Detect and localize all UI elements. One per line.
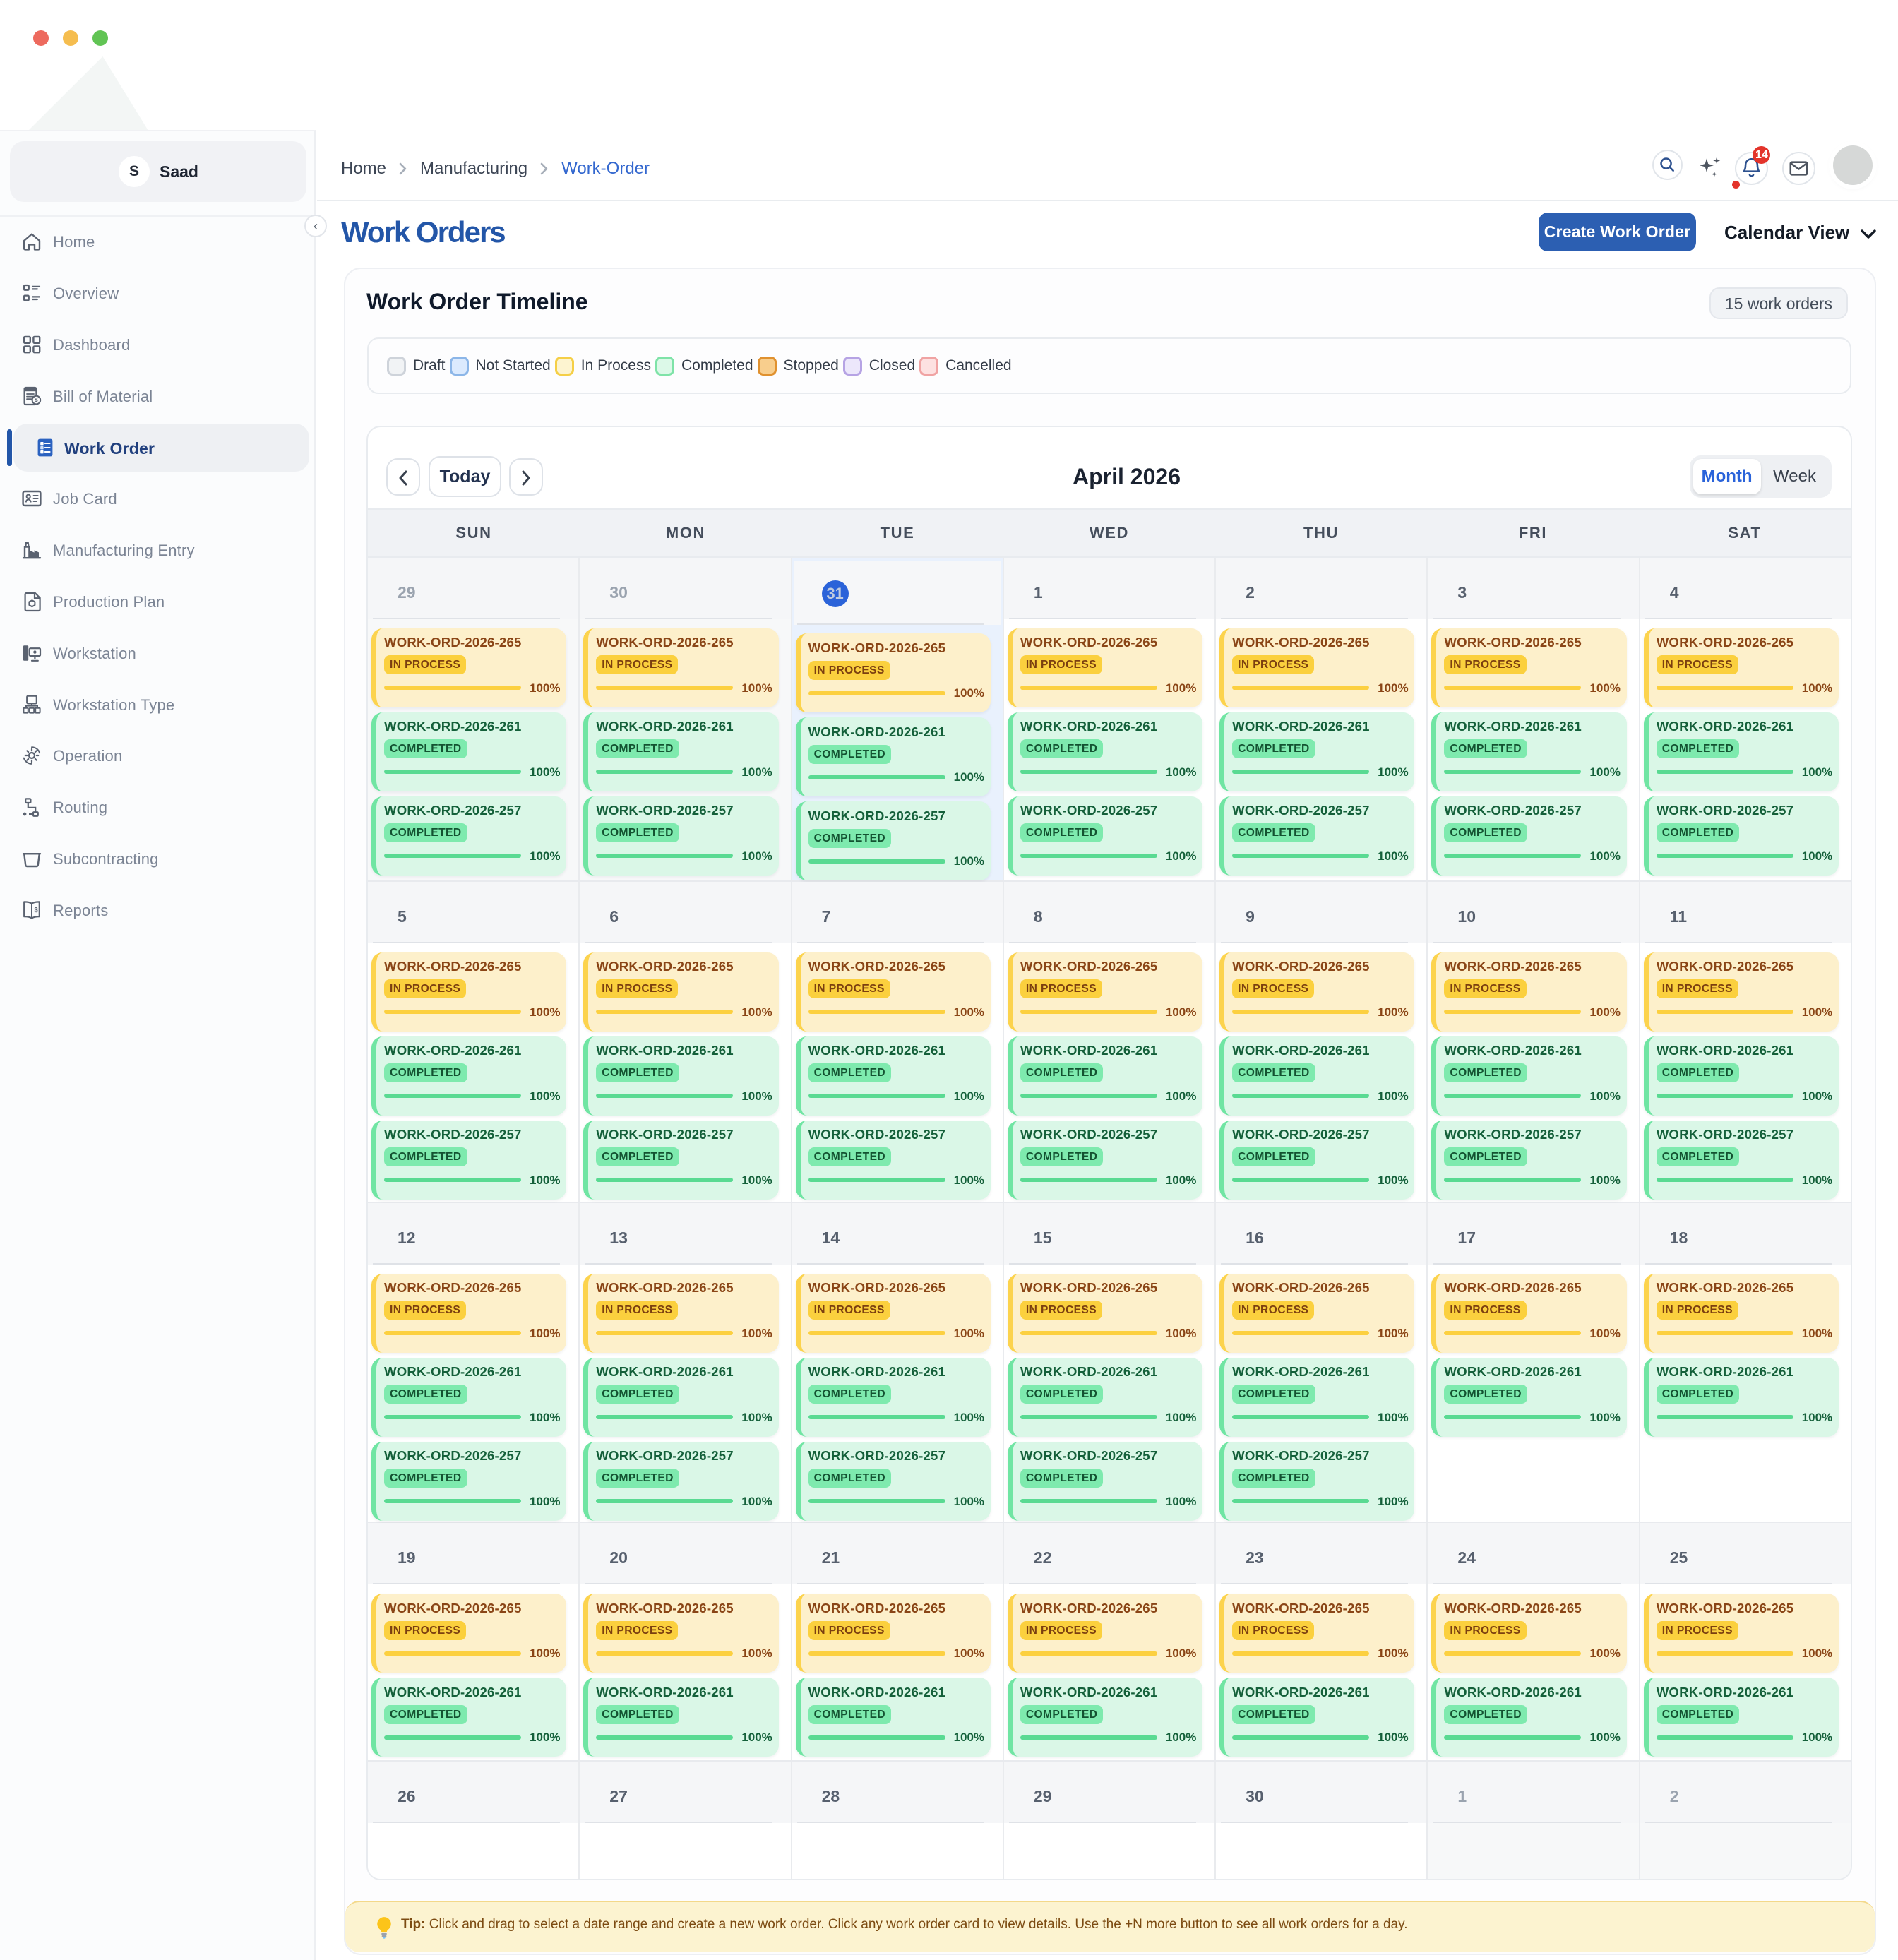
svg-text:$: $ xyxy=(34,906,37,913)
svg-text:$: $ xyxy=(35,397,38,403)
